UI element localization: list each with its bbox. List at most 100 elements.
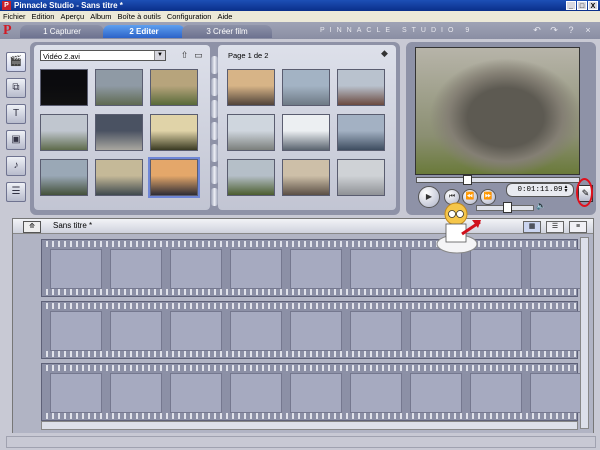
left-scene-thumbnail[interactable] [95, 69, 143, 106]
forward-button[interactable]: ⏩ [480, 189, 496, 205]
storyboard-slot[interactable] [470, 373, 522, 413]
menu-edition[interactable]: Edition [29, 12, 58, 21]
left-scene-thumbnail[interactable] [40, 114, 88, 151]
scrubber-knob[interactable] [463, 175, 472, 185]
video-scenes-icon[interactable]: 🎬 [6, 52, 26, 72]
brand-label: PINNACLE STUDIO 9 [320, 27, 475, 34]
storyboard-slot[interactable] [50, 249, 102, 289]
right-scene-thumbnail[interactable] [337, 69, 385, 106]
storyboard-slot[interactable] [170, 249, 222, 289]
folder-icon[interactable]: ▭ [193, 50, 204, 61]
storyboard-slot[interactable] [110, 373, 162, 413]
storyboard-slot[interactable] [350, 373, 402, 413]
menu-apercu[interactable]: Aperçu [57, 12, 87, 21]
storyboard-slot[interactable] [230, 249, 282, 289]
mascot-pointer-icon [436, 202, 481, 254]
storyboard-slot[interactable] [230, 311, 282, 351]
help-icon[interactable]: ? [565, 25, 577, 36]
pinnacle-logo: P [3, 23, 12, 38]
storyboard-slot[interactable] [170, 311, 222, 351]
right-scene-thumbnail[interactable] [282, 159, 330, 196]
storyboard-slot[interactable] [290, 373, 342, 413]
storyboard-slot[interactable] [530, 311, 582, 351]
storyboard-slot[interactable] [50, 311, 102, 351]
storyboard-slot[interactable] [530, 249, 582, 289]
app-icon[interactable]: P [2, 1, 11, 10]
minimize-button[interactable]: _ [566, 1, 576, 10]
menu-boite-a-outils[interactable]: Boîte à outils [114, 12, 163, 21]
storyboard-slot[interactable] [230, 373, 282, 413]
right-scene-thumbnail[interactable] [227, 69, 275, 106]
page-label: Page 1 de 2 [228, 51, 269, 60]
right-scene-thumbnail[interactable] [337, 159, 385, 196]
storyboard-slot[interactable] [410, 373, 462, 413]
menu-configuration[interactable]: Configuration [164, 12, 215, 21]
titles-icon[interactable]: T [6, 104, 26, 124]
menu-fichier[interactable]: Fichier [0, 12, 29, 21]
right-scene-thumbnail[interactable] [282, 114, 330, 151]
storyboard-view-icon[interactable]: ▦ [523, 221, 541, 233]
storyboard-slot[interactable] [110, 311, 162, 351]
menu-bar: Fichier Edition Aperçu Album Boîte à out… [0, 11, 600, 22]
redo-icon[interactable]: ↷ [548, 25, 560, 36]
storyboard: ⟰ Sans titre * ▦ ☰ ≡ [12, 218, 594, 434]
storyboard-slot[interactable] [470, 311, 522, 351]
album-tool-strip: 🎬 ⧉ T ▣ ♪ ☰ [6, 52, 28, 202]
sound-effects-icon[interactable]: ♪ [6, 156, 26, 176]
storyboard-row [41, 363, 582, 421]
left-scene-thumbnail[interactable] [148, 157, 200, 198]
source-file-select[interactable]: Vidéo 2.avi ▼ [40, 50, 166, 61]
folder-up-icon[interactable]: ⇧ [179, 50, 190, 61]
scene-grid-left [40, 69, 200, 198]
left-scene-thumbnail[interactable] [95, 159, 143, 196]
storyboard-slot[interactable] [530, 373, 582, 413]
maximize-button[interactable]: □ [577, 1, 587, 10]
chevron-down-icon[interactable]: ▼ [154, 51, 165, 60]
window-title: Pinnacle Studio - Sans titre * [14, 1, 123, 10]
photos-icon[interactable]: ▣ [6, 130, 26, 150]
right-scene-thumbnail[interactable] [227, 159, 275, 196]
menu-album[interactable]: Album [87, 12, 114, 21]
storyboard-slot[interactable] [290, 249, 342, 289]
tab-editer[interactable]: 2 Editer [103, 25, 185, 38]
right-scene-thumbnail[interactable] [337, 114, 385, 151]
tab-creer-film[interactable]: 3 Créer film [182, 25, 272, 38]
storyboard-slot[interactable] [350, 311, 402, 351]
close-icon[interactable]: × [582, 25, 594, 36]
undo-icon[interactable]: ↶ [531, 25, 543, 36]
close-window-button[interactable]: X [588, 1, 598, 10]
storyboard-slot[interactable] [110, 249, 162, 289]
menu-aide[interactable]: Aide [214, 12, 235, 21]
storyboard-slot[interactable] [410, 311, 462, 351]
preview-player: ▶ ⏮ ⏪ ⏩ 0:01:11.09 ▲ ▼ ✎ 🔈 [406, 42, 596, 215]
album-panel: Vidéo 2.avi ▼ ⇧ ▭ Page 1 de 2 ◆ [30, 42, 400, 215]
storyboard-slot[interactable] [350, 249, 402, 289]
preview-screen [415, 47, 580, 175]
transitions-icon[interactable]: ⧉ [6, 78, 26, 98]
status-bar [0, 433, 600, 450]
horizontal-scrollbar[interactable] [41, 421, 578, 430]
left-scene-thumbnail[interactable] [95, 114, 143, 151]
left-scene-thumbnail[interactable] [40, 69, 88, 106]
highlight-circle [576, 178, 593, 207]
clapper-icon: ⟰ [23, 221, 41, 233]
left-scene-thumbnail[interactable] [150, 69, 198, 106]
timeline-view-icon[interactable]: ☰ [546, 221, 564, 233]
left-scene-thumbnail[interactable] [150, 114, 198, 151]
right-scene-thumbnail[interactable] [282, 69, 330, 106]
storyboard-slot[interactable] [170, 373, 222, 413]
vertical-scrollbar[interactable] [580, 237, 589, 429]
storyboard-slot[interactable] [50, 373, 102, 413]
source-file-value: Vidéo 2.avi [43, 52, 80, 61]
scene-grid-right [227, 69, 385, 196]
volume-knob[interactable] [503, 202, 512, 213]
left-scene-thumbnail[interactable] [40, 159, 88, 196]
tab-capturer[interactable]: 1 Capturer [20, 25, 104, 38]
storyboard-slot[interactable] [290, 311, 342, 351]
right-scene-thumbnail[interactable] [227, 114, 275, 151]
menus-icon[interactable]: ☰ [6, 182, 26, 202]
storyboard-row [41, 239, 582, 297]
timecode-spinner[interactable]: ▲ ▼ [562, 185, 570, 194]
next-page-icon[interactable]: ◆ [379, 48, 390, 59]
list-view-icon[interactable]: ≡ [569, 221, 587, 233]
